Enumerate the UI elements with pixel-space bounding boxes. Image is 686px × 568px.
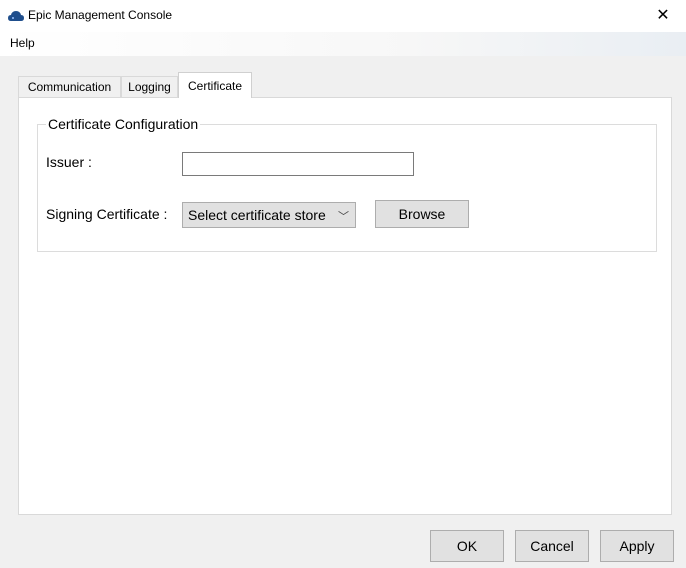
chevron-down-icon: ﹀ — [338, 211, 349, 223]
certificate-store-select[interactable]: Select certificate store ﹀ — [182, 202, 356, 228]
close-button[interactable]: ✕ — [640, 0, 686, 32]
issuer-input[interactable] — [182, 152, 414, 176]
browse-button[interactable]: Browse — [375, 200, 469, 228]
cancel-button[interactable]: Cancel — [515, 530, 589, 562]
tab-communication[interactable]: Communication — [18, 76, 121, 97]
certificate-store-value: Select certificate store — [188, 207, 326, 223]
signing-certificate-label: Signing Certificate : — [46, 206, 168, 222]
tab-certificate[interactable]: Certificate — [178, 72, 252, 98]
group-title: Certificate Configuration — [46, 116, 201, 132]
apply-button[interactable]: Apply — [600, 530, 674, 562]
certificate-configuration-group: Certificate Configuration — [37, 116, 657, 252]
issuer-label: Issuer : — [46, 154, 92, 170]
title-bar: Epic Management Console ✕ — [0, 0, 686, 32]
menu-help[interactable]: Help — [10, 36, 35, 50]
tab-logging[interactable]: Logging — [121, 76, 178, 97]
menu-bar: Help — [0, 32, 686, 56]
window-title: Epic Management Console — [28, 8, 173, 22]
tab-panel-certificate: Certificate Configuration Issuer : Signi… — [18, 97, 672, 515]
ok-button[interactable]: OK — [430, 530, 504, 562]
cloud-icon — [8, 11, 24, 21]
